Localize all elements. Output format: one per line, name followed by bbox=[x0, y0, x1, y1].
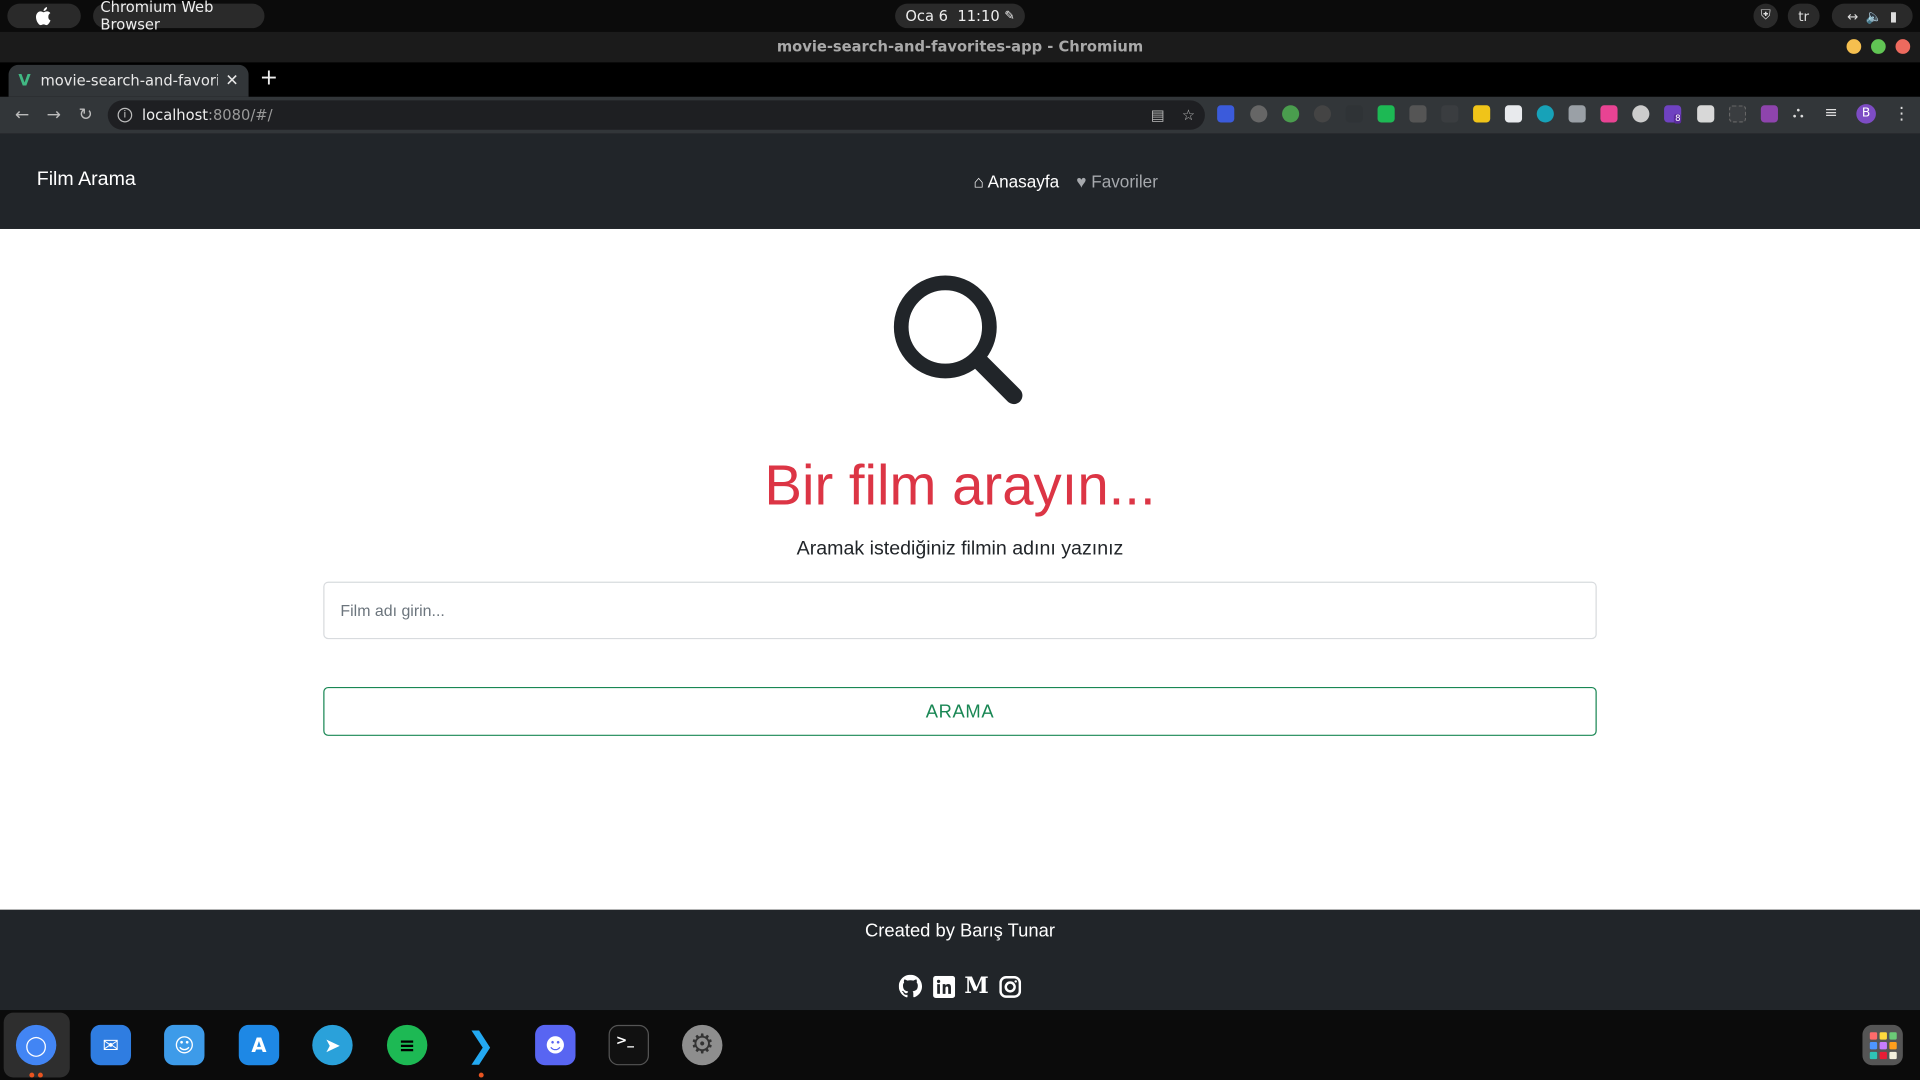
apple-menu-icon[interactable] bbox=[7, 3, 81, 29]
new-tab-icon[interactable]: + bbox=[260, 67, 278, 89]
extension-icon[interactable] bbox=[1441, 105, 1459, 123]
system-top-bar: Chromium Web Browser Oca 6 11:10 ✎ ⛨ tr … bbox=[0, 0, 1920, 33]
running-indicator bbox=[478, 1072, 484, 1078]
battery-icon: ▮ bbox=[1889, 7, 1898, 24]
heart-icon: ♥ bbox=[1076, 171, 1087, 192]
reading-list-icon[interactable]: ≡ bbox=[1824, 105, 1841, 122]
nav-link-home[interactable]: ⌂ Anasayfa bbox=[973, 171, 1059, 191]
navbar-brand[interactable]: Film Arama bbox=[37, 169, 136, 191]
nav-link-home-label: Anasayfa bbox=[987, 171, 1060, 192]
forward-icon[interactable]: → bbox=[38, 105, 70, 125]
extension-icon[interactable] bbox=[1217, 105, 1235, 123]
extension-icon[interactable] bbox=[1345, 105, 1363, 123]
main-content: Bir film arayın... Aramak istediğiniz fi… bbox=[0, 228, 1920, 910]
profile-avatar[interactable]: B bbox=[1856, 104, 1876, 124]
settings-dock-icon[interactable]: ⚙ bbox=[682, 1024, 723, 1066]
clock-time: 11:10 bbox=[957, 7, 1000, 25]
footer: Created by Barış Tunar M bbox=[0, 909, 1920, 1011]
react-extension-icon[interactable] bbox=[1632, 105, 1650, 123]
page-title: Bir film arayın... bbox=[764, 453, 1156, 517]
mail-dock-icon[interactable]: ✉ bbox=[90, 1024, 132, 1066]
volume-icon: 🔈 bbox=[1865, 7, 1883, 24]
url-host: localhost bbox=[142, 106, 209, 124]
navbar-links: ⌂ Anasayfa ♥ Favoriler bbox=[973, 171, 1157, 191]
chromium-dock-icon[interactable]: ◯ bbox=[15, 1024, 57, 1066]
translate-icon[interactable]: ▤ bbox=[1151, 107, 1165, 124]
menu-kebab-icon[interactable]: ⋮ bbox=[1893, 105, 1910, 122]
extension-icon[interactable] bbox=[1377, 105, 1395, 123]
clock[interactable]: Oca 6 11:10 ✎ bbox=[895, 3, 1025, 29]
reload-icon[interactable]: ↻ bbox=[70, 105, 102, 125]
launchpad-dock-icon[interactable] bbox=[1862, 1024, 1903, 1066]
close-tab-icon[interactable]: ✕ bbox=[225, 72, 238, 90]
social-links: M bbox=[898, 973, 1021, 999]
vscode-dock-icon[interactable]: ❯ bbox=[460, 1025, 500, 1065]
extension-icon[interactable] bbox=[1728, 105, 1747, 123]
language-indicator[interactable]: tr bbox=[1787, 3, 1820, 29]
nav-link-favorites-label: Favoriler bbox=[1091, 171, 1158, 192]
footer-credit: Created by Barış Tunar bbox=[865, 920, 1055, 942]
extension-icon[interactable] bbox=[1473, 105, 1491, 123]
github-icon[interactable] bbox=[898, 974, 923, 998]
window-title: movie-search-and-favorites-app - Chromiu… bbox=[0, 31, 1920, 63]
close-window-button[interactable] bbox=[1895, 39, 1911, 54]
dock: ◯ ✉ ☺ A ➤ ≡ ❯ ☻ >_ ⚙ bbox=[0, 1010, 1920, 1080]
telegram-dock-icon[interactable]: ➤ bbox=[312, 1024, 353, 1066]
app-menu[interactable]: Chromium Web Browser bbox=[93, 0, 265, 33]
finder-dock-icon[interactable]: ☺ bbox=[164, 1024, 205, 1066]
url-path: :8080/#/ bbox=[208, 106, 273, 124]
extensions-puzzle-icon[interactable]: ⛬ bbox=[1793, 105, 1810, 122]
linkedin-icon[interactable] bbox=[932, 975, 955, 998]
discord-dock-icon[interactable]: ☻ bbox=[535, 1024, 576, 1066]
tab-title: movie-search-and-favorites-app bbox=[40, 72, 218, 90]
instagram-icon[interactable] bbox=[998, 975, 1021, 998]
extension-icon[interactable]: 8 bbox=[1664, 105, 1682, 124]
app-navbar: Film Arama ⌂ Anasayfa ♥ Favoriler bbox=[0, 133, 1920, 229]
extension-icon[interactable] bbox=[1313, 105, 1332, 123]
extension-icon[interactable] bbox=[1760, 105, 1778, 123]
vue-favicon-icon: V bbox=[18, 71, 31, 91]
maximize-button[interactable] bbox=[1871, 39, 1886, 54]
window-controls bbox=[1846, 39, 1911, 54]
extension-badge: 8 bbox=[1673, 113, 1682, 124]
app-store-dock-icon[interactable]: A bbox=[238, 1024, 280, 1066]
spotify-dock-icon[interactable]: ≡ bbox=[386, 1024, 428, 1066]
tab-strip: V movie-search-and-favorites-app ✕ bbox=[0, 62, 1920, 97]
nav-link-favorites[interactable]: ♥ Favoriler bbox=[1076, 171, 1158, 191]
notification-icon: ✎ bbox=[1004, 9, 1015, 23]
extension-icon[interactable] bbox=[1504, 105, 1523, 123]
extension-icon[interactable] bbox=[1282, 105, 1300, 123]
site-info-icon[interactable]: i bbox=[117, 107, 133, 123]
page-subtitle: Aramak istediğiniz filmin adını yazınız bbox=[796, 538, 1124, 560]
extension-icon[interactable] bbox=[1697, 105, 1715, 123]
extension-icon[interactable] bbox=[1409, 105, 1427, 123]
shield-icon[interactable]: ⛨ bbox=[1753, 3, 1778, 29]
bookmark-star-icon[interactable]: ☆ bbox=[1182, 107, 1195, 124]
movie-search-input[interactable] bbox=[323, 581, 1597, 640]
back-icon[interactable]: ← bbox=[6, 105, 38, 125]
running-indicator bbox=[29, 1072, 35, 1078]
extension-icon[interactable] bbox=[1536, 105, 1554, 123]
extension-icon[interactable] bbox=[1250, 105, 1268, 123]
medium-icon[interactable]: M bbox=[964, 973, 988, 999]
running-indicator bbox=[37, 1072, 43, 1078]
search-button[interactable]: ARAMA bbox=[323, 686, 1597, 736]
browser-tab[interactable]: V movie-search-and-favorites-app ✕ bbox=[8, 64, 249, 97]
clock-date: Oca 6 bbox=[905, 7, 949, 25]
terminal-dock-icon[interactable]: >_ bbox=[608, 1024, 649, 1066]
minimize-button[interactable] bbox=[1846, 39, 1862, 54]
network-icon: ↔ bbox=[1847, 7, 1859, 24]
home-icon: ⌂ bbox=[973, 171, 984, 192]
system-status-menu[interactable]: ↔ 🔈 ▮ bbox=[1831, 3, 1913, 29]
address-bar[interactable]: i localhost:8080/#/ ▤ ☆ bbox=[107, 100, 1205, 130]
extension-icon[interactable] bbox=[1568, 105, 1586, 123]
search-icon bbox=[893, 274, 1028, 414]
extension-icon[interactable] bbox=[1600, 105, 1618, 123]
